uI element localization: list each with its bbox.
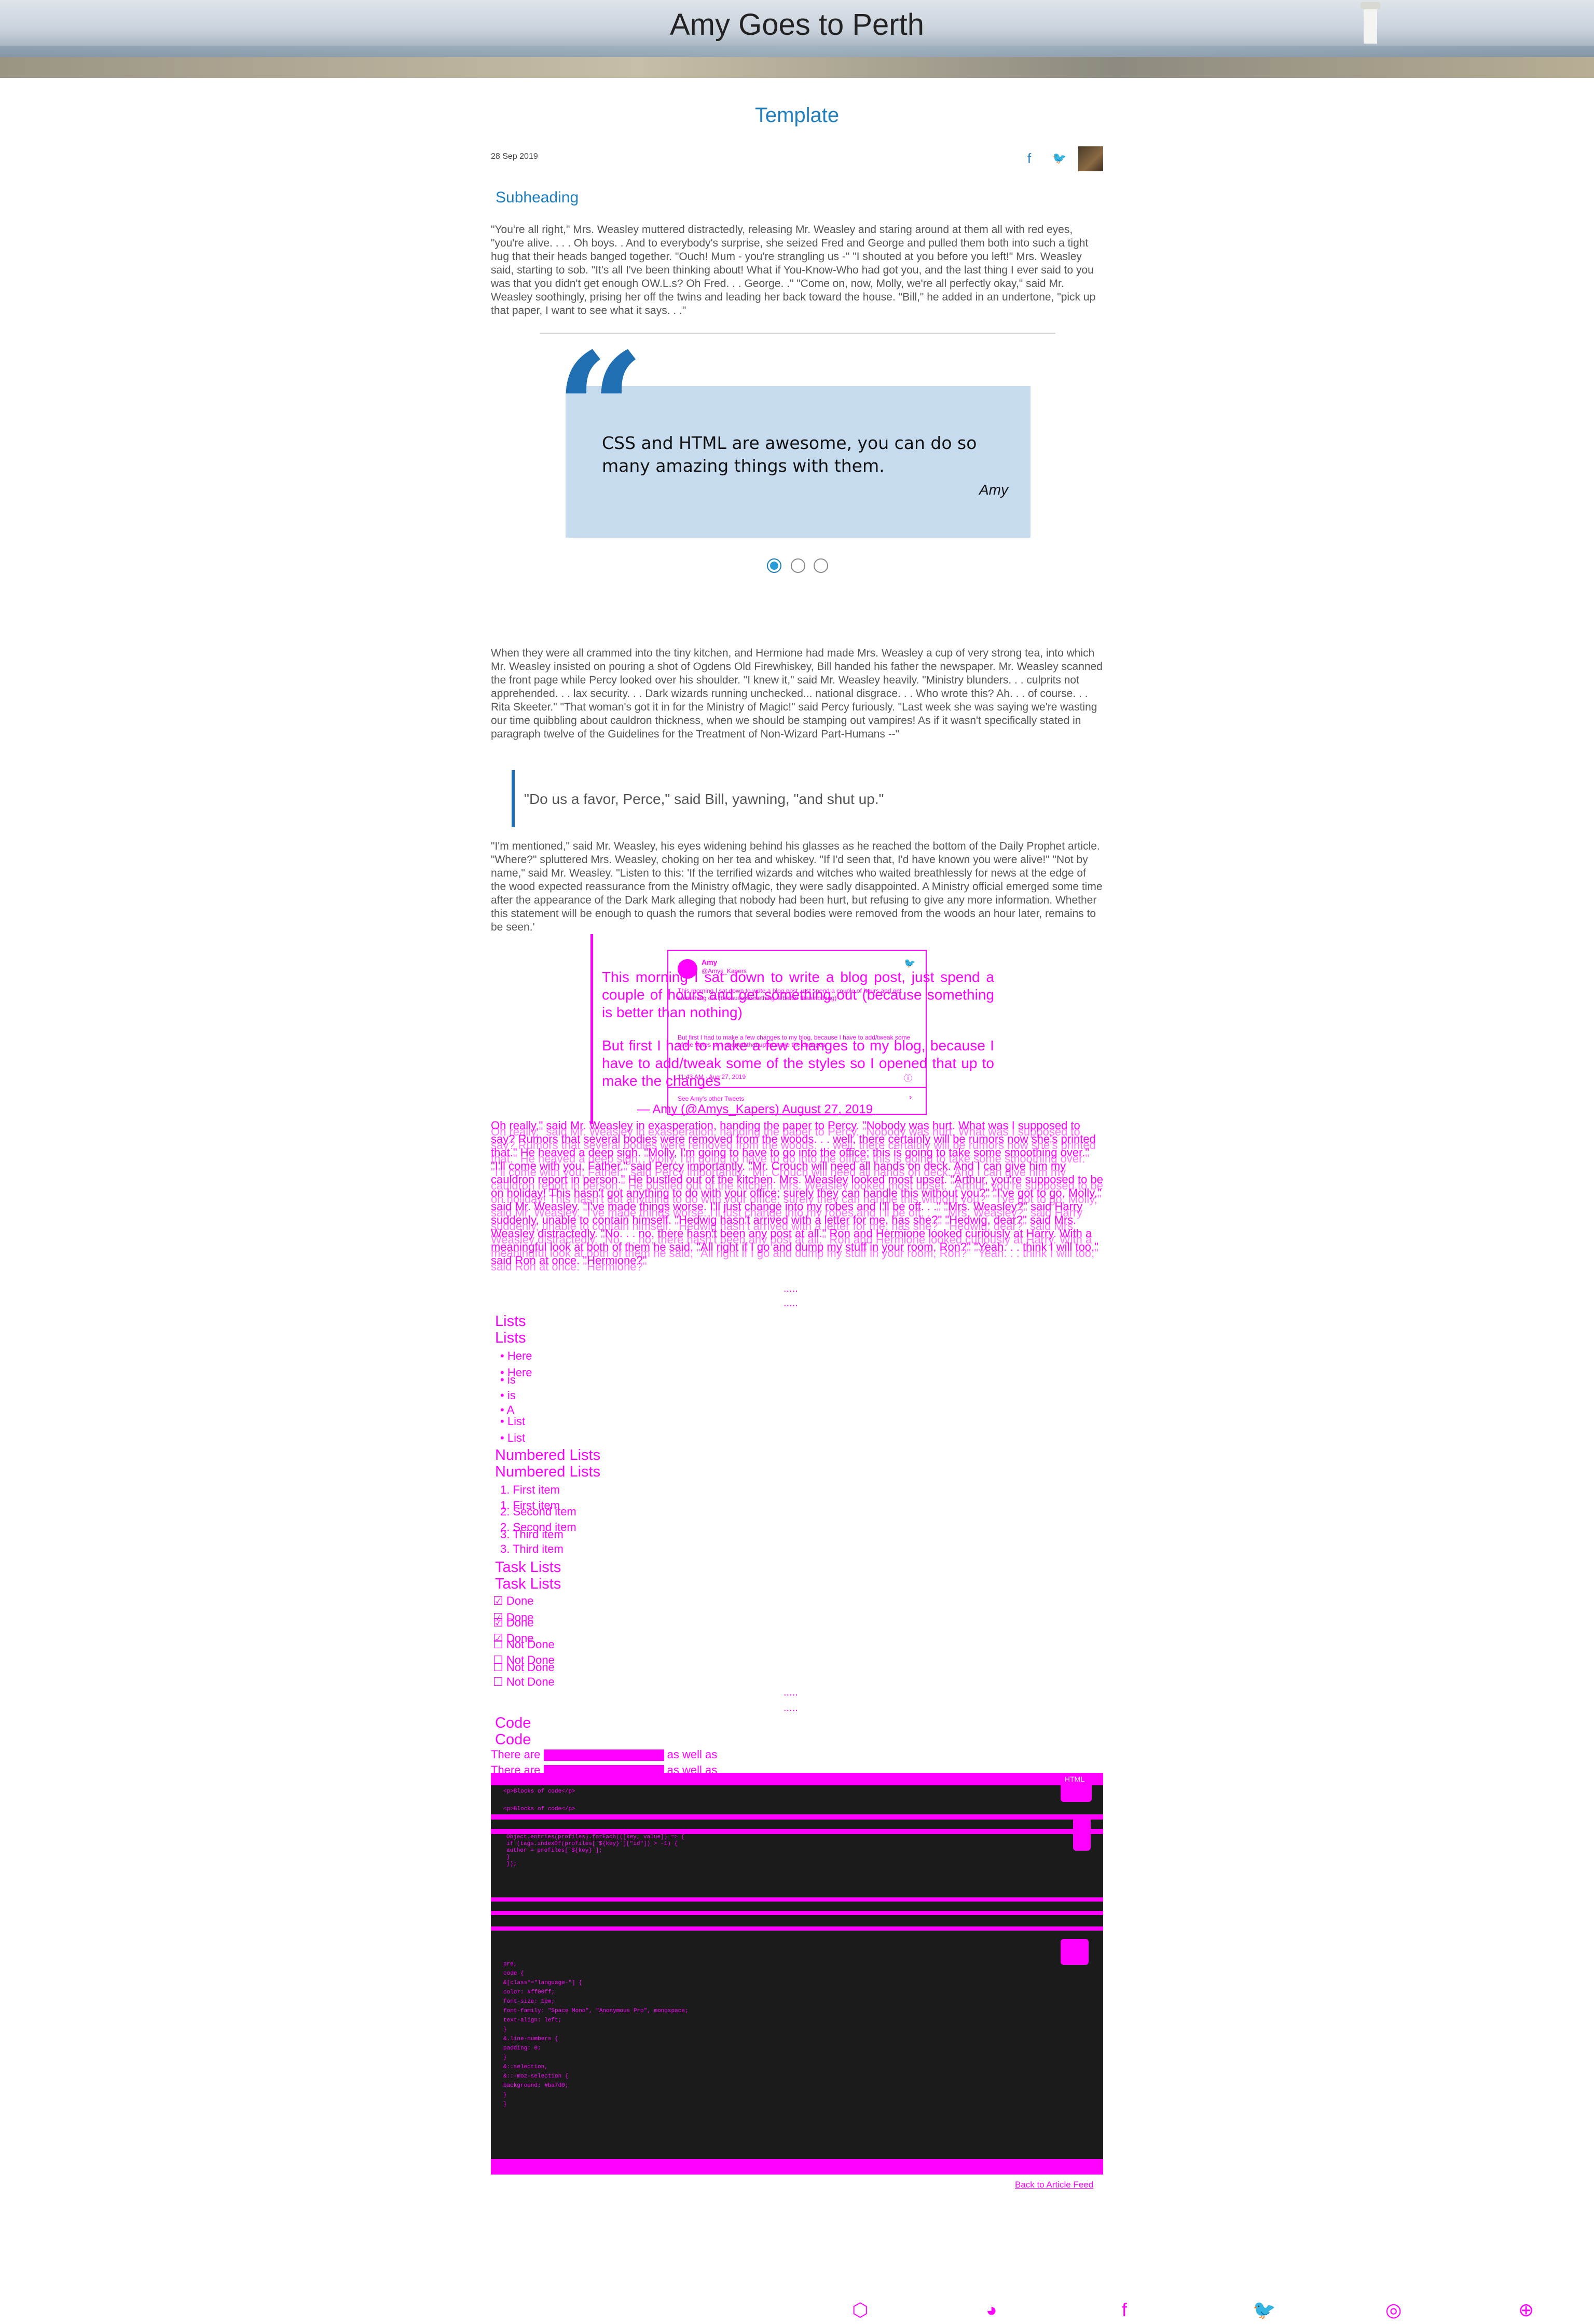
task-lists-heading: Task Lists [495,1559,561,1576]
tweet-footer: — Amy (@Amys_Kapers) August 27, 2019 [637,1102,873,1117]
paragraph-1: "You're all right," Mrs. Weasley muttere… [491,224,1096,317]
twitter-share-icon[interactable]: 🐦 [1052,152,1066,165]
code-line: <p>Blocks of code</p> [503,1806,575,1812]
copy-button[interactable] [1061,1939,1089,1965]
chevron-right-icon[interactable]: › [909,1093,912,1102]
task-item[interactable]: ☐ Not Done [493,1675,555,1689]
lists-heading: Lists [495,1313,526,1330]
subheading: Subheading [496,189,579,206]
list-item: • is [500,1389,516,1402]
slider-dot-1[interactable] [767,558,781,573]
copy-button[interactable] [1073,1817,1091,1851]
facebook-icon[interactable]: f [1122,2299,1127,2321]
code-block: HTML <p>Blocks of code</p> <p>Blocks of … [491,1773,1103,2175]
twitter-logo-icon[interactable]: 🐦 [904,958,915,969]
code-snippet-js: Object.entries(profiles).forEach(([key, … [506,1834,685,1867]
task-item[interactable]: ☑ Done [493,1616,533,1630]
code-separator [491,1897,1103,1902]
numbered-item: 2. Second item [500,1505,576,1518]
code-block-footer [491,2159,1103,2175]
tweet-blockquote-bar [590,934,593,1124]
tweet-footer-handle[interactable]: (@Amys_Kapers) [681,1102,779,1116]
slider-dot-2[interactable] [791,558,805,573]
code-heading: Code [495,1715,531,1731]
globe-icon[interactable]: ⊕ [1518,2299,1534,2321]
section-divider-2: ..... [784,1687,798,1698]
numbered-lists-heading-duplicate: Numbered Lists [495,1464,601,1480]
task-item[interactable]: ☐ Not Done [493,1638,555,1651]
list-item: • is [500,1373,516,1386]
task-item[interactable]: ☑ Done [493,1594,533,1608]
code-separator [491,1814,1103,1820]
twitter-icon[interactable]: 🐦 [1253,2299,1276,2321]
copy-button[interactable] [1061,1785,1092,1802]
code-block-header [491,1773,1103,1785]
task-item[interactable]: ☐ Not Done [493,1661,555,1674]
code-line: <p>Blocks of code</p> [503,1788,575,1795]
github-icon[interactable]: ◕ [986,2299,997,2321]
paragraph-3: "I'm mentioned," said Mr. Weasley, his e… [491,840,1103,933]
site-title[interactable]: Amy Goes to Perth [0,7,1594,42]
code-separator [491,1926,1103,1931]
paragraph-2: When they were all crammed into the tiny… [491,647,1103,740]
tweet-paragraph-1: This morning I sat down to write a blog … [602,969,994,1020]
inline-code [543,1749,664,1761]
tweet-paragraph-2: But first I had to make a few changes to… [602,1037,994,1089]
quote-author: Amy [979,482,1008,498]
code-intro: There are as well as [491,1748,718,1761]
author-avatar[interactable] [1078,146,1103,171]
list-item: • List [500,1431,526,1444]
numbered-item: 3. Third item [500,1542,564,1555]
section-divider-1b: ..... [784,1297,798,1309]
hero-dunes [0,57,1594,78]
code-heading-duplicate: Code [495,1731,531,1748]
quote-text: CSS and HTML are awesome, you can do so … [602,433,977,476]
facebook-share-icon[interactable]: f [1027,151,1031,167]
back-to-feed-link[interactable]: Back to Article Feed [1015,2180,1093,2190]
tweet-card-name: Amy [702,958,718,966]
blockquote-bar [512,770,515,827]
numbered-lists-heading: Numbered Lists [495,1447,601,1464]
post-date: 28 Sep 2019 [491,152,538,161]
code-language-label: HTML [1065,1775,1085,1783]
numbered-item: 1. First item [500,1483,560,1496]
tweet-footer-date[interactable]: August 27, 2019 [782,1102,873,1116]
blockquote-text: "Do us a favor, Perce," said Bill, yawni… [524,791,884,807]
section-divider-2b: ..... [784,1702,798,1714]
instagram-icon[interactable]: ◎ [1385,2299,1401,2321]
tweet-footer-author: — Amy [637,1102,678,1116]
code-separator [491,1911,1103,1915]
list-item: • Here [500,1349,532,1362]
post-title: Template [754,104,840,127]
slider-dot-3[interactable] [814,558,828,573]
codepen-icon[interactable]: ⬡ [852,2299,868,2321]
code-snippet-css: pre, code { &[class*="language-"] { color… [503,1961,689,2108]
section-divider-1: ..... [784,1283,798,1294]
lists-heading-duplicate: Lists [495,1330,526,1346]
task-lists-heading-duplicate: Task Lists [495,1576,561,1592]
numbered-item: 3. Third item [500,1528,564,1541]
paragraph-4-duplicate: Oh really," said Mr. Weasley in exaspera… [491,1125,1103,1273]
tweet-card-more[interactable]: See Amy's other Tweets [678,1095,744,1102]
list-item: • List [500,1415,526,1428]
code-separator [491,1829,1103,1834]
tweet-text: This morning I sat down to write a blog … [602,968,994,1090]
